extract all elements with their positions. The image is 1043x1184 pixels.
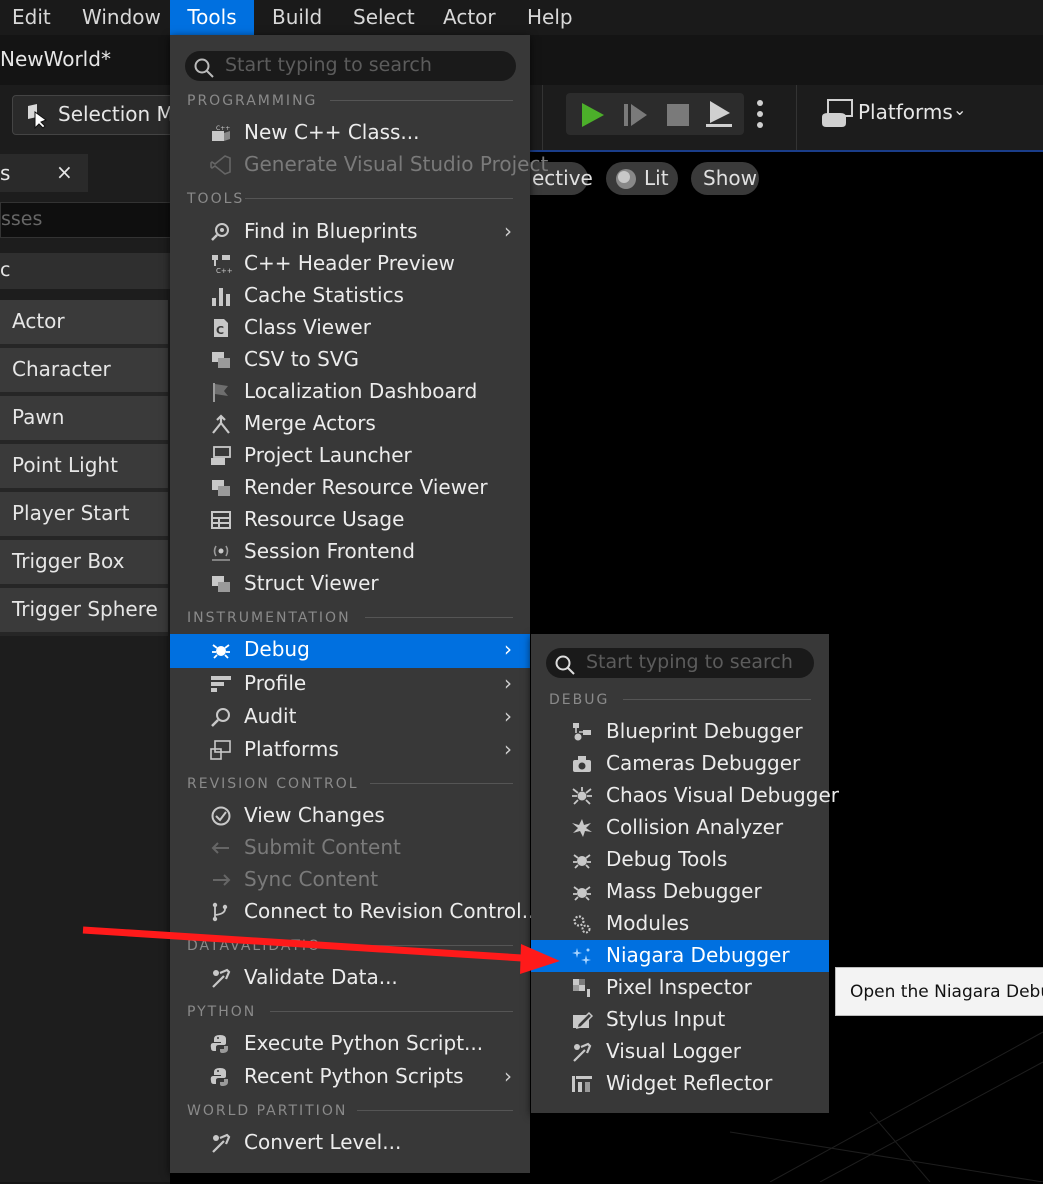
annotation-arrow <box>82 926 560 974</box>
